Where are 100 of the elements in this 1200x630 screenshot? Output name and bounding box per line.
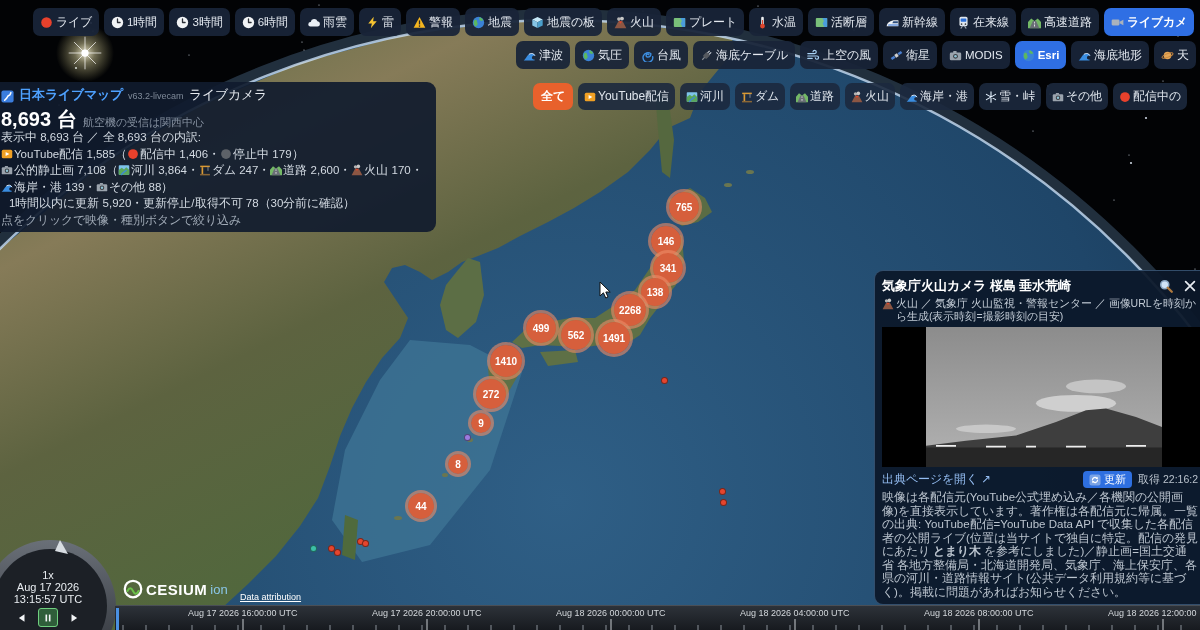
app-icon <box>1 89 14 103</box>
warning-icon <box>413 15 427 29</box>
layer-toggle-button[interactable]: 3時間 <box>169 8 230 36</box>
app-title: 日本ライブマップ <box>19 86 123 104</box>
close-button[interactable] <box>1182 278 1198 294</box>
map-marker-icon[interactable] <box>309 544 317 552</box>
close-icon <box>1183 279 1197 293</box>
breakdown-text: 配信中 1,406・ <box>140 146 221 162</box>
layer-toggle-button[interactable]: 高速道路 <box>1021 8 1100 36</box>
map-marker-icon[interactable] <box>660 376 668 384</box>
timeline-label: Aug 17 2026 16:00:00 UTC <box>188 608 298 618</box>
map-marker-icon[interactable] <box>718 487 726 495</box>
pause-icon <box>43 612 53 623</box>
search-button[interactable] <box>1158 278 1174 294</box>
layer-toggle-button[interactable]: MODIS <box>942 41 1010 69</box>
mode-label: ライブカメラ <box>188 87 267 104</box>
refresh-icon <box>1089 473 1102 486</box>
filter-button[interactable]: YouTube配信 <box>578 83 676 110</box>
layer-toggle-button[interactable]: 津波 <box>516 41 570 69</box>
layer-toggle-button[interactable]: Esri <box>1014 41 1067 69</box>
filter-button[interactable]: ダム <box>735 83 786 110</box>
breakdown-text: ダム 247・ <box>211 163 271 178</box>
layer-toggle-button[interactable]: 活断層 <box>808 8 875 36</box>
clock-icon <box>176 15 190 29</box>
filter-button[interactable]: 道路 <box>790 83 841 110</box>
cube-icon <box>531 15 545 29</box>
breakdown-text: 河川 3,864・ <box>131 163 199 178</box>
version-label: v63.2-livecam <box>128 91 184 101</box>
layer-toggle-button[interactable]: 海底ケーブル <box>693 41 795 69</box>
globe-icon <box>582 48 595 62</box>
layer-toggle-button[interactable]: 警報 <box>406 8 461 36</box>
logo-icon <box>123 579 143 599</box>
volcano-icon <box>851 90 864 103</box>
layer-toggle-button[interactable]: プレート <box>666 8 745 36</box>
layer-toggle-button[interactable]: ライブカメ <box>1104 8 1195 36</box>
layer-toggle-button[interactable]: 火山 <box>607 8 662 36</box>
timeline-label: Aug 18 2026 04:00:00 UTC <box>740 608 850 618</box>
camera-icon <box>96 180 109 193</box>
breakdown-text: 海岸・港 139・ <box>14 179 97 195</box>
timeline-label: Aug 17 2026 20:00:00 UTC <box>372 608 482 618</box>
dot-icon <box>1119 90 1132 103</box>
layer-toggle-button[interactable]: 上空の風 <box>800 41 878 69</box>
layer-toggle-button[interactable]: 台風 <box>634 41 688 69</box>
layer-toggle-button[interactable]: 雨雲 <box>300 8 355 36</box>
layer-toggle-button[interactable]: 衛星 <box>883 41 937 69</box>
speed-label: 1x <box>42 569 54 581</box>
snowflake-icon <box>985 90 998 103</box>
island-shape <box>394 516 402 520</box>
layer-toggle-button[interactable]: 地震 <box>465 8 520 36</box>
camera-icon <box>1052 90 1065 103</box>
filter-button[interactable]: 海岸・港 <box>900 83 975 110</box>
crane-icon <box>198 164 211 177</box>
layer-toggle-button[interactable]: 地震の板 <box>524 8 603 36</box>
filter-button[interactable]: 火山 <box>845 83 896 110</box>
filter-button[interactable]: 配信中の <box>1113 83 1188 110</box>
filter-button[interactable]: 雪・峠 <box>979 83 1042 110</box>
map-marker-icon[interactable] <box>327 544 335 552</box>
source-link[interactable]: 出典ページを開く ↗ <box>882 472 991 487</box>
volcano-icon <box>614 15 628 29</box>
filter-button[interactable]: その他 <box>1046 83 1109 110</box>
attribution-link[interactable]: Data attribution <box>240 592 302 602</box>
layer-toggle-button[interactable]: 海底地形 <box>1071 41 1150 69</box>
pause-button[interactable] <box>38 608 58 627</box>
wind-icon <box>807 48 820 62</box>
refresh-button[interactable]: 更新 <box>1083 471 1133 488</box>
layer-toggle-button[interactable]: 6時間 <box>234 8 296 36</box>
map-marker-icon[interactable] <box>719 498 727 506</box>
layer-toggle-button[interactable]: 気圧 <box>575 41 629 69</box>
camera-source-text: 火山 ／ 気象庁 火山監視・警報センター ／ 画像URLを時刻から生成(表示時刻=撮影時刻の目安) <box>896 297 1197 323</box>
fetch-time: 取得 22:16:2 <box>1138 472 1198 487</box>
layer-toggle-button[interactable]: 新幹線 <box>879 8 946 36</box>
breakdown-text: 道路 2,600・ <box>283 163 352 178</box>
layer-toggle-button[interactable]: 在来線 <box>950 8 1017 36</box>
island-shape <box>724 183 732 187</box>
landscape-icon <box>686 90 699 103</box>
filter-button[interactable]: 河川 <box>680 83 731 110</box>
logo-suffix-text: ion <box>210 581 228 597</box>
dot-icon <box>40 15 53 29</box>
layer-toggle-button[interactable]: 1時間 <box>104 8 165 36</box>
lightning-icon <box>366 15 380 29</box>
map-marker-icon[interactable] <box>361 539 369 547</box>
satellite-icon <box>890 48 903 62</box>
map-marker-icon[interactable] <box>333 548 341 556</box>
summary-text: 表示中 8,693 台 ／ 全 8,693 台の内訳: <box>1 130 202 145</box>
clock-icon <box>241 15 255 29</box>
cursor-icon <box>599 281 611 299</box>
dot-icon <box>220 147 233 160</box>
layer-toggle-button[interactable]: ライブ <box>33 8 99 36</box>
search-icon <box>1159 279 1173 293</box>
breakdown-text: 公的静止画 7,108（ <box>14 163 118 178</box>
layer-toggle-button[interactable]: 天 <box>1154 41 1197 69</box>
play-icon <box>584 90 596 103</box>
map-marker-icon[interactable] <box>463 433 471 441</box>
note-text: 航空機の受信は関西中心 <box>82 116 204 130</box>
volcano-icon <box>882 298 894 310</box>
layer-toggle-button[interactable]: 水温 <box>749 8 804 36</box>
reverse-play-icon <box>17 612 27 623</box>
camera-icon <box>949 48 962 62</box>
island-shape <box>442 473 448 477</box>
layer-toggle-button[interactable]: 雷 <box>359 8 402 36</box>
